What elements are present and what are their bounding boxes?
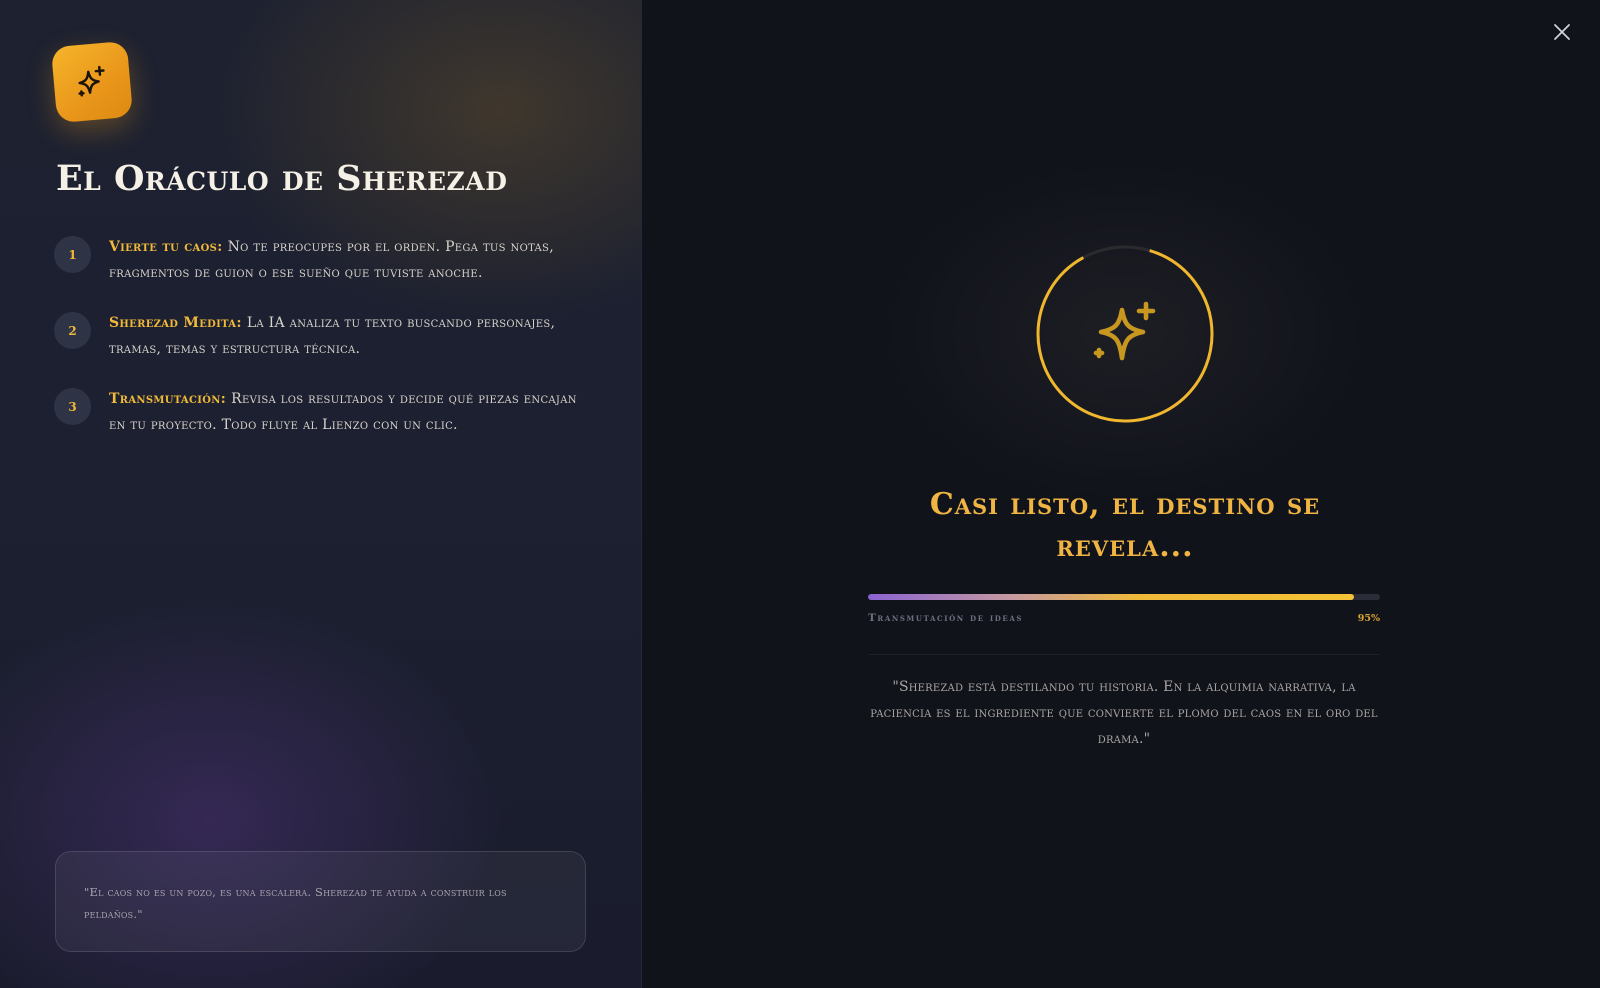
step-description: Vierte tu caos: No te preocupes por el or… (109, 234, 584, 286)
step-item: 1 Vierte tu caos: No te preocupes por el … (54, 234, 584, 286)
step-number-badge: 3 (54, 388, 91, 425)
sidebar-quote: "El caos no es un pozo, es una escalera.… (84, 885, 507, 921)
processing-panel: Casi listo, el destino se revela... Tran… (642, 0, 1600, 988)
sidebar-quote-card: "El caos no es un pozo, es una escalera.… (55, 851, 586, 952)
loading-spinner (1035, 244, 1215, 424)
app-logo (50, 40, 134, 124)
oracle-modal: El Oráculo de Sherezad 1 Vierte tu caos:… (0, 0, 1600, 988)
progress-bar (868, 594, 1380, 600)
step-description: Sherezad Medita: La IA analiza tu texto b… (109, 310, 584, 362)
sparkles-icon (1093, 301, 1156, 361)
step-label: Sherezad Medita: (109, 315, 242, 331)
step-label: Transmutación: (109, 391, 227, 407)
steps-list: 1 Vierte tu caos: No te preocupes por el … (54, 234, 584, 462)
close-icon (1554, 24, 1570, 40)
status-quote: "Sherezad está destilando tu historia. E… (870, 679, 1378, 747)
sparkles-icon (78, 65, 105, 97)
step-number-badge: 1 (54, 236, 91, 273)
step-item: 2 Sherezad Medita: La IA analiza tu texto… (54, 310, 584, 362)
progress-percent: 95% (1357, 613, 1380, 624)
instructions-panel: El Oráculo de Sherezad 1 Vierte tu caos:… (0, 0, 642, 988)
page-title: El Oráculo de Sherezad (56, 158, 508, 199)
step-description: Transmutación: Revisa los resultados y de… (109, 386, 584, 438)
progress-fill (868, 594, 1355, 600)
divider (868, 654, 1380, 655)
step-number-badge: 2 (54, 312, 91, 349)
step-item: 3 Transmutación: Revisa los resultados y … (54, 386, 584, 438)
progress-label: Transmutación de ideas (868, 612, 1024, 624)
close-button[interactable] (1548, 18, 1576, 46)
status-title: Casi listo, el destino se revela... (929, 487, 1321, 564)
step-label: Vierte tu caos: (109, 239, 223, 255)
